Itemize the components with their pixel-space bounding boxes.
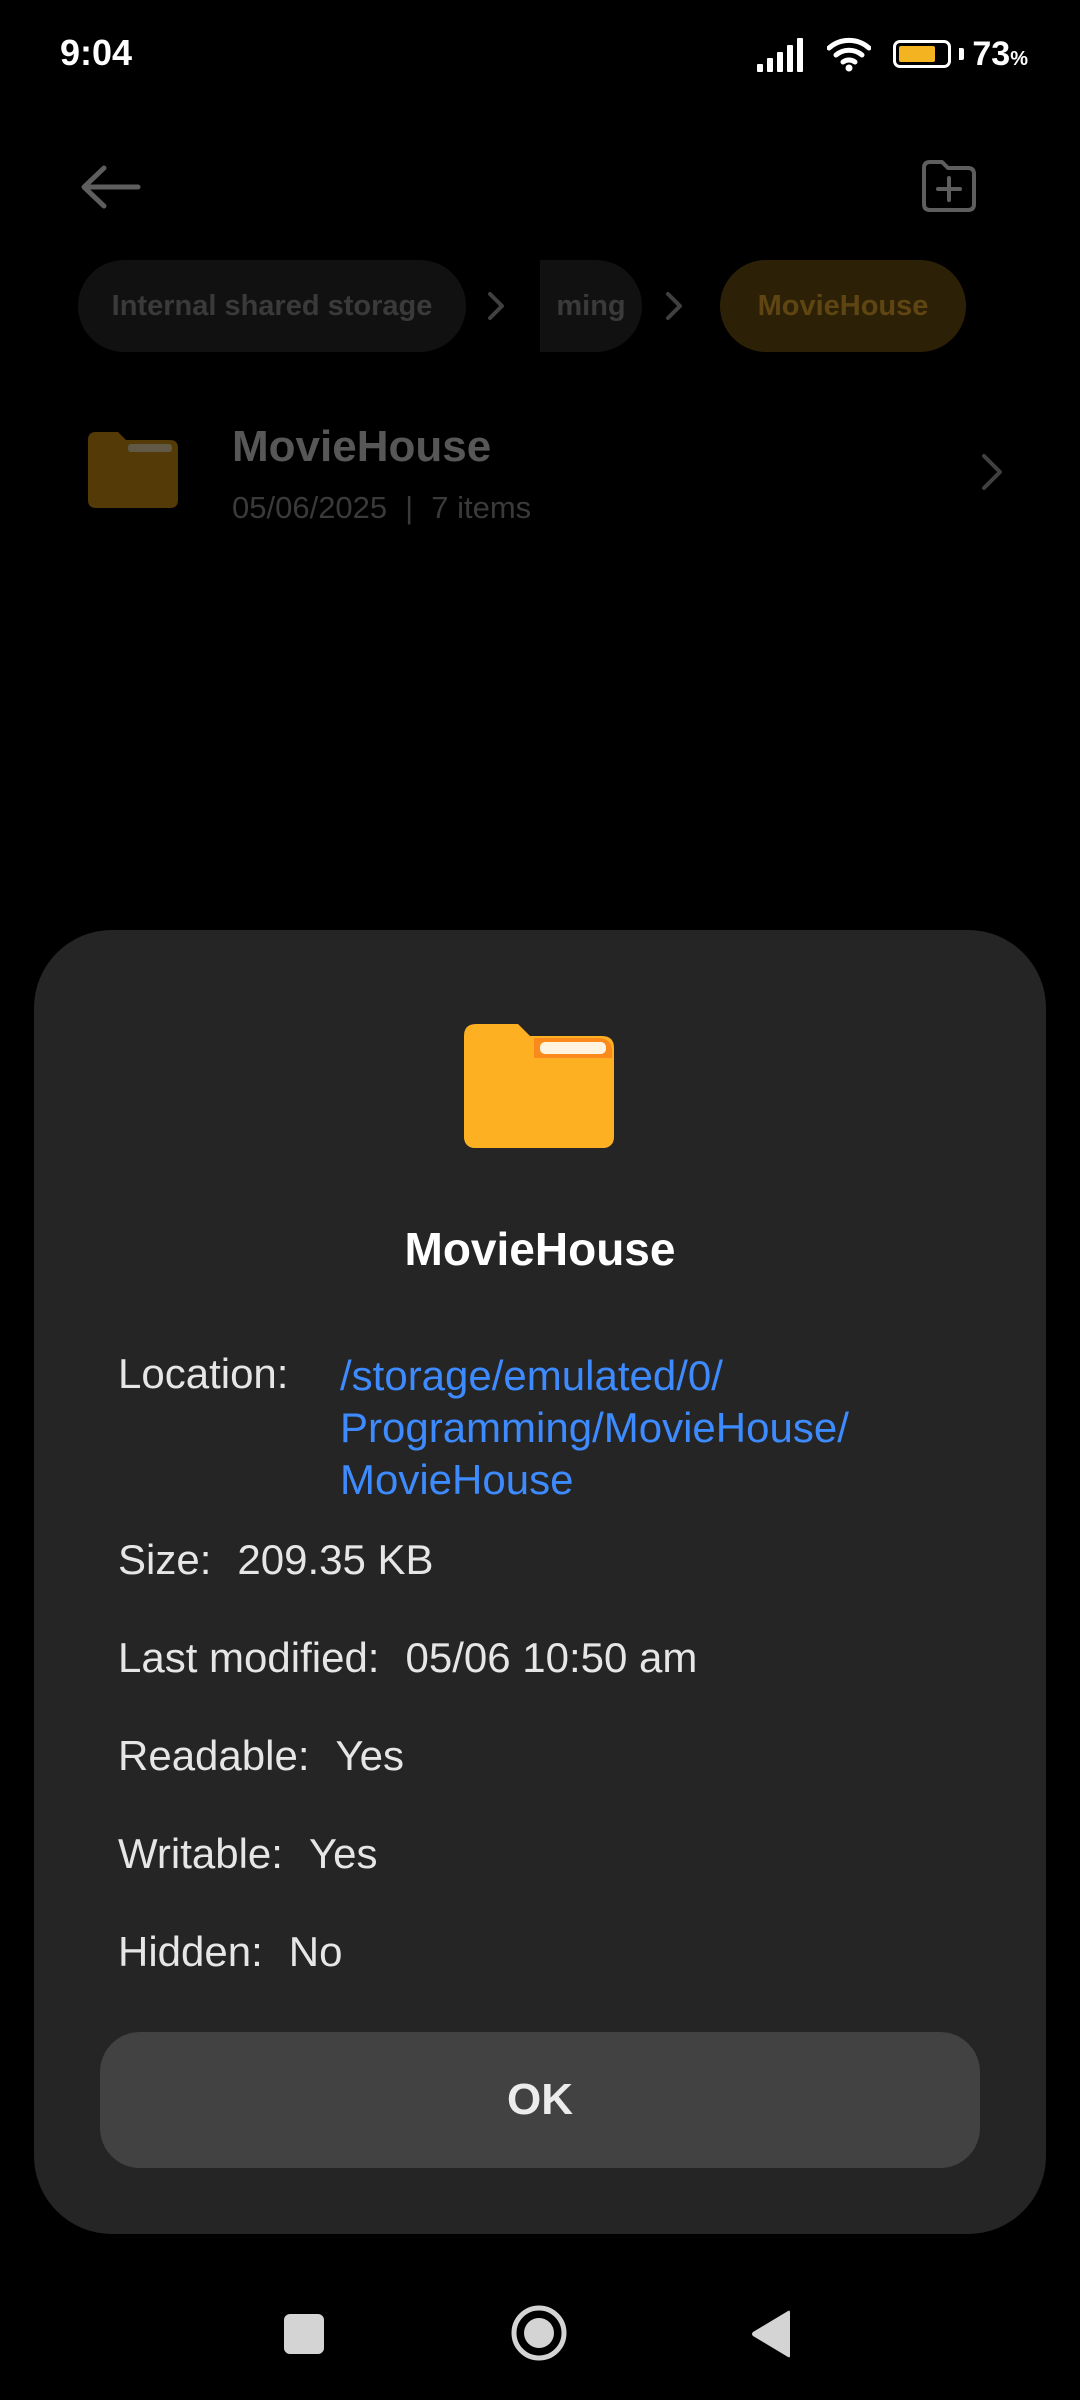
- screen: 9:04 73 % Internal shared storage ming M…: [0, 0, 1080, 2400]
- folder-date: 05/06/2025: [232, 490, 388, 525]
- writable-row: Writable: Yes: [118, 1830, 377, 1878]
- list-item[interactable]: MovieHouse 05/06/2025 | 7 items: [0, 400, 1080, 550]
- hidden-label: Hidden:: [118, 1928, 263, 1975]
- battery-cap: [959, 48, 965, 60]
- location-path-link[interactable]: /storage/emulated/0/ Programming/MovieHo…: [340, 1350, 960, 1506]
- folder-icon: [464, 1024, 614, 1148]
- meta-separator: |: [405, 490, 414, 525]
- file-browser-background: Internal shared storage ming MovieHouse …: [0, 110, 1080, 930]
- breadcrumb-item-internal-storage[interactable]: Internal shared storage: [78, 260, 466, 352]
- properties-dialog: MovieHouse Location: /storage/emulated/0…: [34, 930, 1046, 2234]
- navigation-bar: [0, 2270, 1080, 2400]
- battery-fill: [899, 46, 936, 62]
- last-modified-label: Last modified:: [118, 1634, 380, 1681]
- folder-icon: [88, 432, 178, 508]
- status-icons: 73 %: [757, 30, 1028, 78]
- folder-meta: 05/06/2025 | 7 items: [232, 490, 531, 526]
- readable-value: Yes: [335, 1732, 405, 1779]
- breadcrumb: Internal shared storage ming MovieHouse: [78, 260, 1080, 352]
- hidden-value: No: [288, 1928, 343, 1975]
- size-value: 209.35 KB: [237, 1536, 434, 1583]
- size-label: Size:: [118, 1536, 212, 1583]
- back-arrow-icon[interactable]: [78, 154, 144, 220]
- back-icon[interactable]: [748, 2308, 794, 2360]
- folder-name: MovieHouse: [232, 422, 492, 471]
- battery-icon: [893, 40, 952, 68]
- recents-icon[interactable]: [284, 2314, 324, 2354]
- last-modified-value: 05/06 10:50 am: [405, 1634, 698, 1681]
- readable-row: Readable: Yes: [118, 1732, 404, 1780]
- signal-icon: [757, 36, 807, 72]
- battery-unit: %: [1010, 47, 1028, 70]
- status-time: 9:04: [60, 32, 133, 73]
- ok-button[interactable]: OK: [100, 2032, 980, 2168]
- chevron-right-icon: [488, 292, 504, 320]
- readable-label: Readable:: [118, 1732, 310, 1779]
- size-row: Size: 209.35 KB: [118, 1536, 434, 1584]
- breadcrumb-item-moviehouse[interactable]: MovieHouse: [720, 260, 966, 352]
- location-label: Location:: [118, 1350, 289, 1397]
- folder-item-count: 7 items: [431, 490, 532, 525]
- last-modified-row: Last modified: 05/06 10:50 am: [118, 1634, 697, 1682]
- wifi-icon: [827, 37, 872, 72]
- battery-level: 73: [972, 34, 1011, 73]
- writable-value: Yes: [308, 1830, 378, 1877]
- hidden-row: Hidden: No: [118, 1928, 342, 1976]
- new-folder-icon[interactable]: [918, 154, 980, 216]
- chevron-right-icon: [666, 292, 682, 320]
- status-bar: 9:04 73 %: [0, 0, 1080, 110]
- location-row: Location: /storage/emulated/0/ Programmi…: [118, 1350, 978, 1503]
- home-icon[interactable]: [510, 2304, 568, 2362]
- chevron-right-icon: [982, 454, 1002, 490]
- writable-label: Writable:: [118, 1830, 283, 1877]
- dialog-title: MovieHouse: [404, 1223, 676, 1275]
- breadcrumb-item-programming[interactable]: ming: [540, 260, 642, 352]
